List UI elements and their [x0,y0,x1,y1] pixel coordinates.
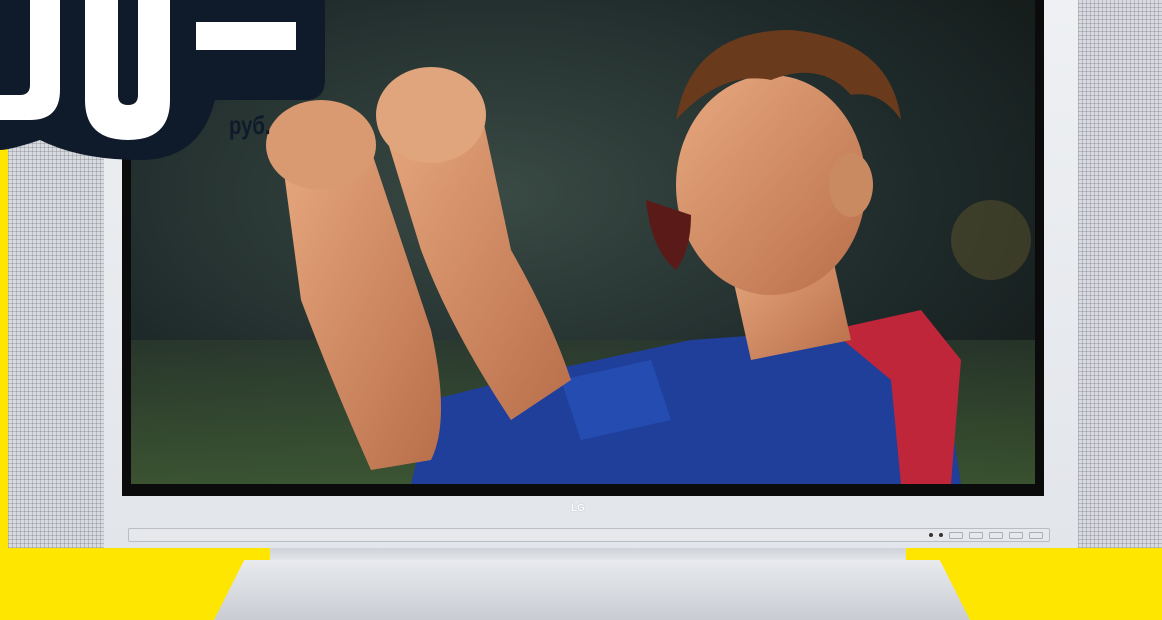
tv-control-strip [128,528,1050,542]
tv-button [949,532,963,539]
tv-stand-base [214,560,970,620]
tv-stand-neck [270,548,906,562]
tv-buttons [929,532,1043,539]
price-badge: руб. [0,0,330,160]
sensor-dot-icon [939,533,943,537]
tv-button [969,532,983,539]
tv-button [1009,532,1023,539]
tv-button [989,532,1003,539]
right-speaker-grille [1078,0,1162,548]
brand-logo: LG [571,503,585,514]
currency-label: руб. [229,110,271,140]
tv-button [1029,532,1043,539]
price-digits [0,0,325,160]
power-indicator-icon [929,533,933,537]
